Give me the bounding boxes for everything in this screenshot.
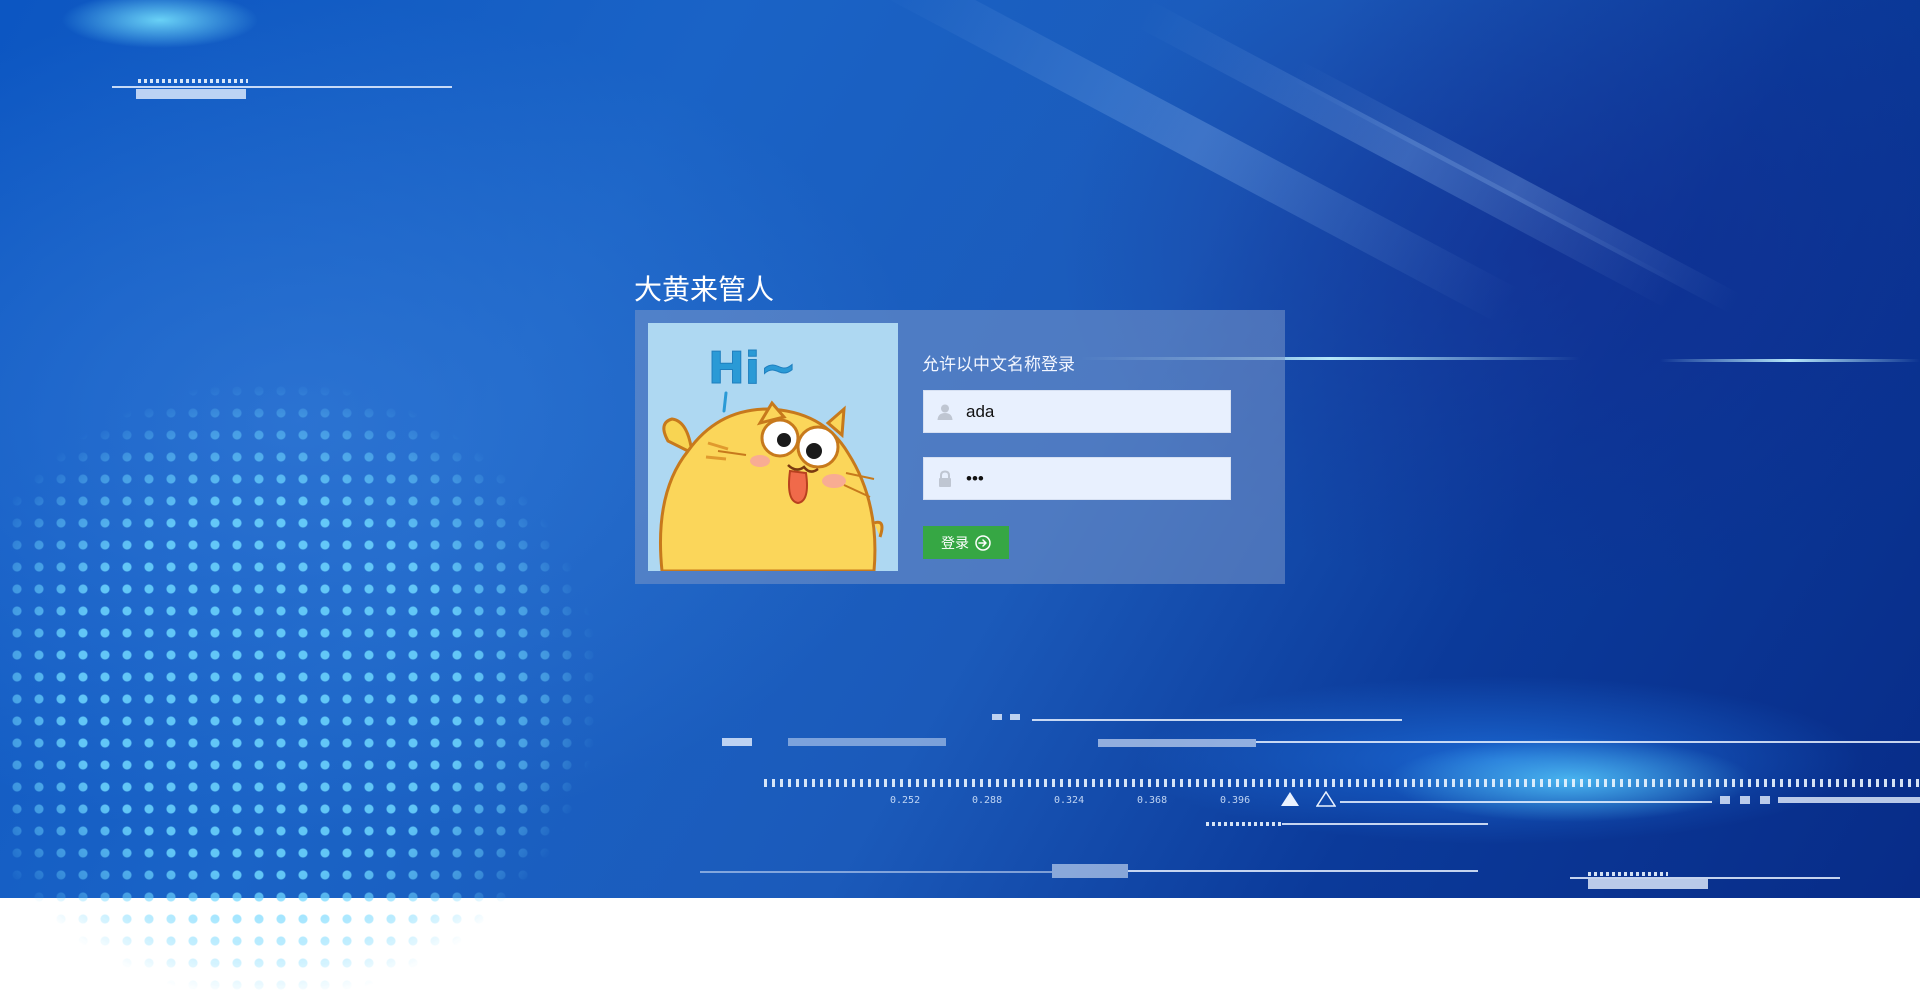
password-field[interactable] <box>923 457 1231 500</box>
arrow-right-circle-icon <box>975 534 991 551</box>
cat-illustration: Hi~ <box>648 323 898 571</box>
hud-bar <box>1740 796 1750 804</box>
light-beam <box>1660 359 1920 362</box>
hud-line <box>1256 741 1920 743</box>
username-input[interactable] <box>966 391 1221 432</box>
lock-icon <box>939 470 951 487</box>
hud-bar <box>1760 796 1770 804</box>
hud-dots <box>138 79 248 83</box>
hud-readout: 0.252 <box>890 795 921 806</box>
hud-line <box>1032 719 1402 721</box>
hud-readout: 0.288 <box>972 795 1003 806</box>
hud-bar <box>1052 864 1128 878</box>
user-icon <box>937 404 953 420</box>
hud-line <box>1282 823 1488 825</box>
username-field[interactable] <box>923 390 1231 433</box>
app-title: 大黄来管人 <box>634 273 775 306</box>
login-button-label: 登录 <box>941 535 969 552</box>
hud-readout: 0.368 <box>1137 795 1168 806</box>
hud-line <box>1340 801 1712 803</box>
login-hint: 允许以中文名称登录 <box>922 355 1075 375</box>
hud-bar <box>1098 739 1256 747</box>
hud-readout: 0.324 <box>1054 795 1085 806</box>
hud-bar <box>1010 714 1020 720</box>
hud-line <box>1128 870 1478 872</box>
password-input[interactable] <box>966 458 1221 499</box>
hud-bar <box>1720 796 1730 804</box>
hud-line <box>112 86 452 88</box>
hud-line <box>700 871 1052 873</box>
hud-bar <box>1588 879 1708 889</box>
triangle-outline-icon <box>1316 791 1336 807</box>
hud-bar <box>1778 797 1920 803</box>
mascot-image: Hi~ <box>648 323 898 571</box>
hud-bar <box>788 738 946 746</box>
mascot-caption: Hi~ <box>708 343 797 394</box>
hud-ticks <box>764 779 1920 787</box>
login-panel: Hi~ 允许以中文名称登录 ada 登录 <box>635 310 1285 584</box>
hud-dots <box>1206 822 1282 826</box>
hud-readout: 0.396 <box>1220 795 1251 806</box>
hud-bar <box>992 714 1002 720</box>
triangle-icon <box>1281 792 1299 806</box>
hud-dots <box>1588 872 1668 876</box>
hud-bar <box>136 89 246 99</box>
hud-bar <box>722 738 752 746</box>
login-button[interactable]: 登录 <box>923 526 1009 559</box>
